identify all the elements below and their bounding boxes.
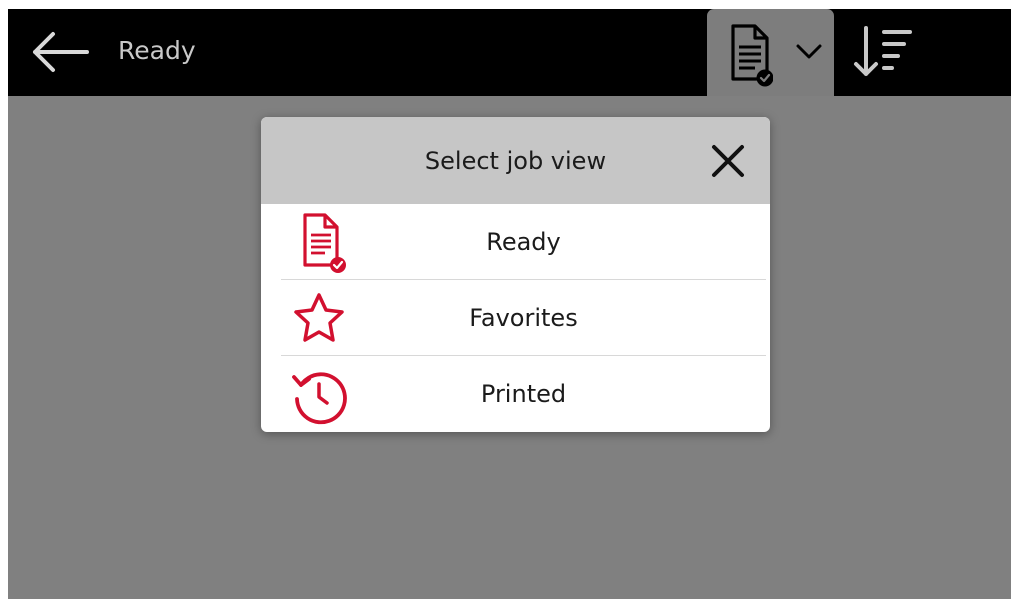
option-ready[interactable]: Ready (281, 204, 766, 279)
sort-button[interactable] (846, 21, 918, 83)
back-button[interactable] (26, 25, 92, 79)
close-icon (712, 145, 744, 177)
dialog-title: Select job view (424, 147, 607, 175)
dialog-header: Select job view (261, 117, 770, 204)
option-label: Favorites (469, 304, 578, 332)
page-title: Ready (118, 36, 196, 65)
option-label: Ready (486, 228, 561, 256)
option-label: Printed (480, 380, 567, 408)
close-button[interactable] (708, 141, 748, 181)
arrow-left-icon (33, 32, 89, 72)
top-bar: Ready (8, 9, 1011, 96)
chevron-down-icon (796, 44, 822, 59)
sort-descending-icon (854, 26, 912, 76)
select-job-view-dialog: Select job view Ready Favorites Printed (261, 117, 770, 432)
document-check-icon (731, 24, 773, 87)
option-printed[interactable]: Printed (281, 356, 766, 431)
job-view-selector[interactable] (707, 9, 834, 96)
option-favorites[interactable]: Favorites (281, 280, 766, 355)
